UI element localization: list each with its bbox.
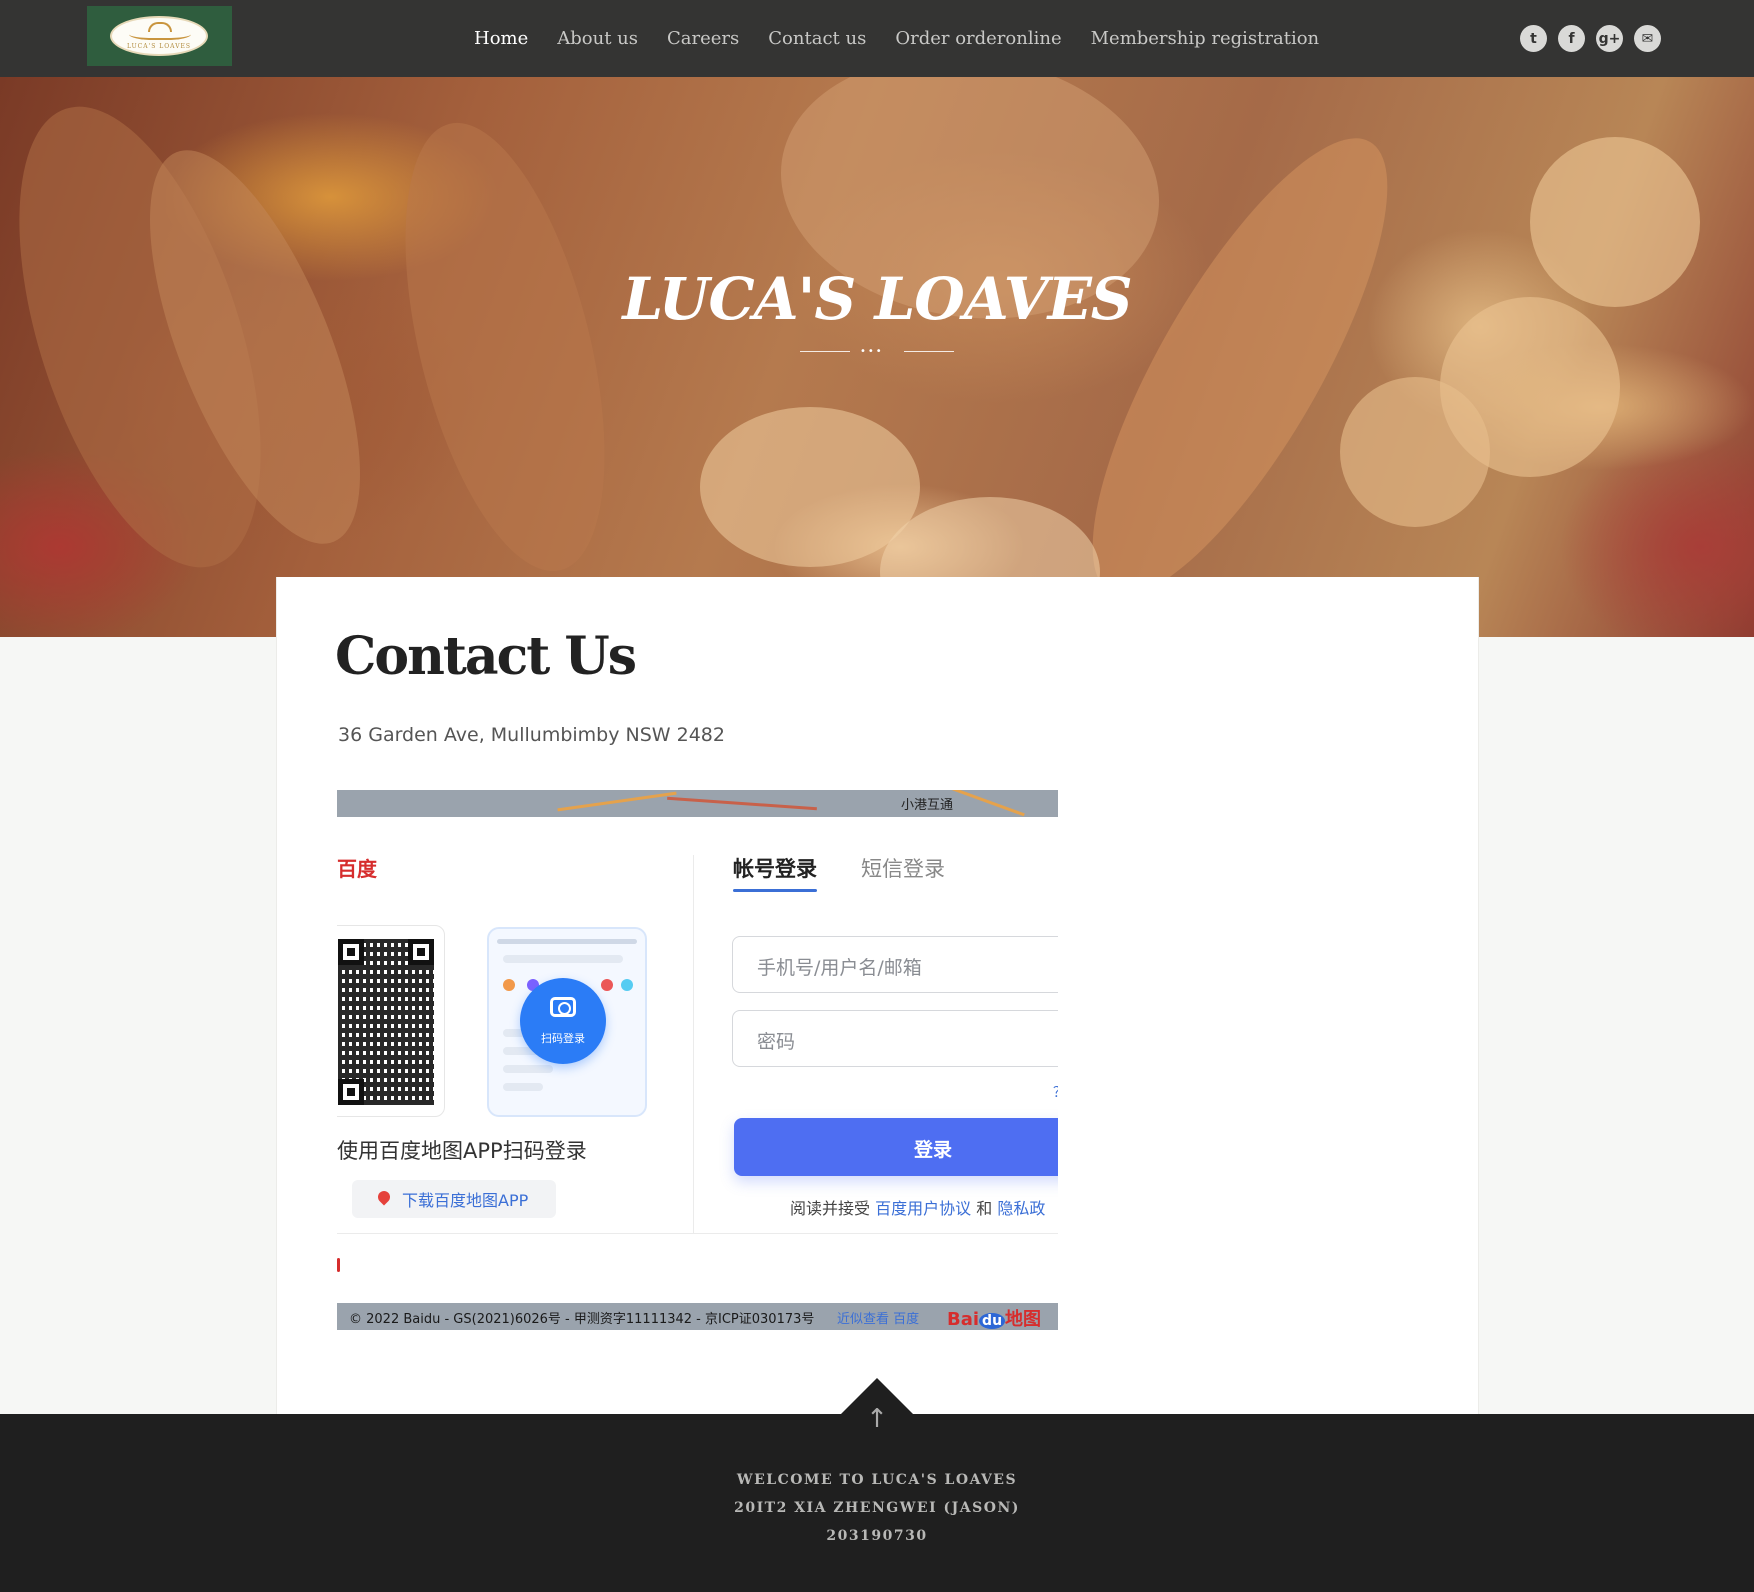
nav-contact-link[interactable]: Contact us xyxy=(768,28,866,49)
main-nav: Home About us Careers Contact us Order o… xyxy=(474,0,1348,77)
map-strip-top: 小港互通 xyxy=(337,790,1058,817)
contact-address: 36 Garden Ave, Mullumbimby NSW 2482 xyxy=(338,724,725,746)
navbar: LUCA'S LOAVES Home About us Careers Cont… xyxy=(0,0,1754,77)
logo-emblem: LUCA'S LOAVES xyxy=(110,16,208,56)
map-embed[interactable]: 小港互通 百度 扫码登录 使用百度地图APP扫码登录 下载百度地图APP 帐号登… xyxy=(337,790,1058,1330)
facebook-icon[interactable]: f xyxy=(1558,25,1585,52)
camera-icon xyxy=(550,997,576,1017)
nav-order-link[interactable]: Order orderonline xyxy=(895,28,1061,49)
user-agreement-link[interactable]: 百度用户协议 xyxy=(875,1199,971,1218)
logo-text: LUCA'S LOAVES xyxy=(126,43,192,50)
hero-divider: ••• xyxy=(800,346,954,358)
footer-author: 20IT2 XIA ZHENGWEI (JASON) xyxy=(734,1500,1020,1516)
qr-caption: 使用百度地图APP扫码登录 xyxy=(337,1139,587,1163)
agreement-text: 阅读并接受 百度用户协议 和 隐私政 xyxy=(790,1199,1046,1218)
nav-careers-link[interactable]: Careers xyxy=(667,28,739,49)
map-place-label: 小港互通 xyxy=(901,798,954,813)
baidu-brand: 百度 xyxy=(337,857,377,881)
footer-welcome: WELCOME TO LUCA'S LOAVES xyxy=(736,1472,1018,1488)
google-plus-icon[interactable]: g+ xyxy=(1596,25,1623,52)
mail-icon[interactable]: ✉ xyxy=(1634,25,1661,52)
qr-code-card xyxy=(337,925,445,1117)
twitter-icon[interactable]: t xyxy=(1520,25,1547,52)
red-marker xyxy=(337,1258,340,1272)
nav-home-link[interactable]: Home xyxy=(474,28,528,49)
site-footer: ↑ WELCOME TO LUCA'S LOAVES 20IT2 XIA ZHE… xyxy=(0,1378,1754,1592)
tab-account-login[interactable]: 帐号登录 xyxy=(733,853,817,892)
login-button[interactable]: 登录 xyxy=(734,1118,1058,1176)
map-copyright: © 2022 Baidu - GS(2021)6026号 - 甲测资字11111… xyxy=(349,1312,815,1327)
footer-text: WELCOME TO LUCA'S LOAVES 20IT2 XIA ZHENG… xyxy=(0,1466,1754,1550)
hero-title: LUCA'S LOAVES xyxy=(622,265,1132,333)
download-app-button[interactable]: 下载百度地图APP xyxy=(352,1180,556,1218)
password-input[interactable]: 密码 xyxy=(732,1010,1058,1067)
map-footer-links[interactable]: 近似查看 百度 xyxy=(837,1308,919,1327)
tab-sms-login[interactable]: 短信登录 xyxy=(861,853,945,883)
scan-login-button[interactable]: 扫码登录 xyxy=(520,978,606,1064)
privacy-policy-link[interactable]: 隐私政 xyxy=(997,1199,1045,1218)
social-links: t f g+ ✉ xyxy=(1520,25,1672,52)
footer-student-id: 203190730 xyxy=(826,1528,928,1544)
divider-dots: ••• xyxy=(860,346,884,357)
page-title: Contact Us xyxy=(335,626,637,687)
baidu-map-logo: Bai du 地图 xyxy=(947,1309,1042,1330)
site-logo[interactable]: LUCA'S LOAVES xyxy=(87,6,232,66)
nav-about-link[interactable]: About us xyxy=(557,28,638,49)
panel-divider xyxy=(693,855,694,1233)
forgot-password-link[interactable]: ？ xyxy=(1053,1082,1058,1102)
login-bottom-divider xyxy=(337,1233,1058,1234)
map-strip-bottom: © 2022 Baidu - GS(2021)6026号 - 甲测资字11111… xyxy=(337,1303,1058,1330)
nav-membership-link[interactable]: Membership registration xyxy=(1091,28,1320,49)
map-pin-icon xyxy=(375,1188,393,1206)
hero-banner: LUCA'S LOAVES ••• xyxy=(0,77,1754,637)
username-input[interactable]: 手机号/用户名/邮箱 xyxy=(732,936,1058,993)
arrow-up-icon[interactable]: ↑ xyxy=(864,1404,890,1434)
